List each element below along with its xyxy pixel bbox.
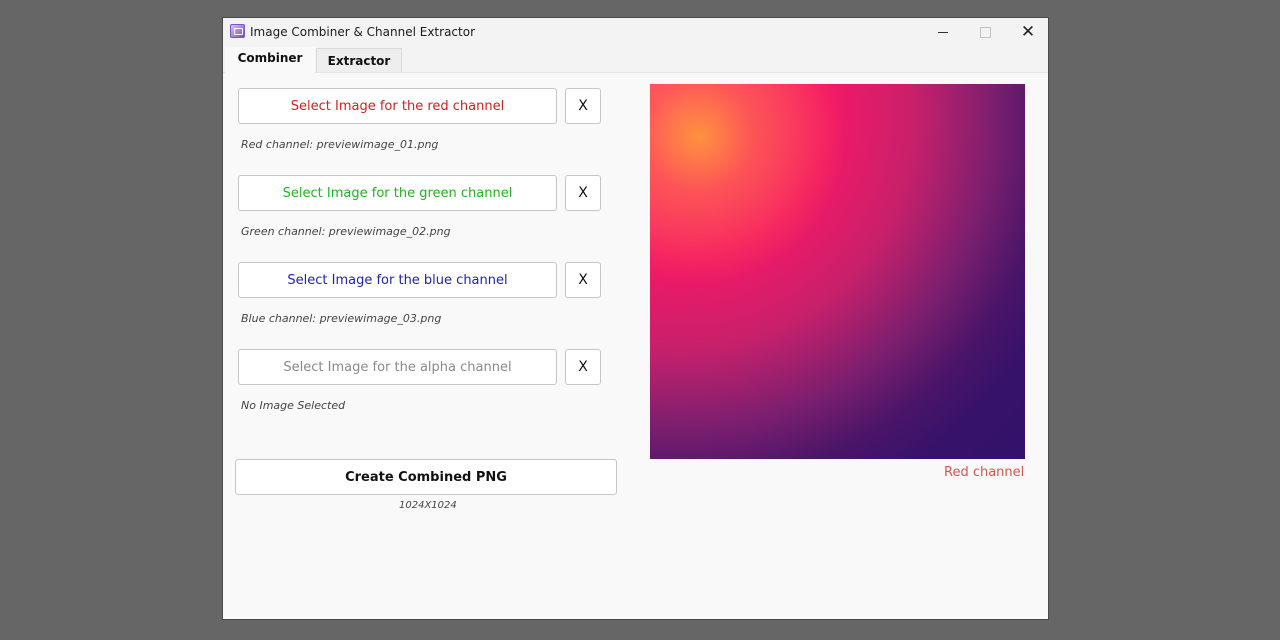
app-icon (230, 24, 245, 38)
select-blue-channel-button[interactable]: Select Image for the blue channel (238, 262, 557, 298)
maximize-button[interactable] (963, 18, 1007, 46)
tab-combiner[interactable]: Combiner (225, 47, 315, 73)
create-combined-png-button[interactable]: Create Combined PNG (235, 459, 617, 495)
channel-preview-image (650, 84, 1025, 459)
clear-red-channel-button[interactable]: X (565, 88, 601, 124)
clear-green-channel-button[interactable]: X (565, 175, 601, 211)
clear-blue-channel-button[interactable]: X (565, 262, 601, 298)
output-resolution-label: 1024X1024 (399, 500, 457, 511)
select-green-channel-button[interactable]: Select Image for the green channel (238, 175, 557, 211)
select-red-channel-button[interactable]: Select Image for the red channel (238, 88, 557, 124)
tab-extractor[interactable]: Extractor (316, 48, 402, 72)
blue-channel-status: Blue channel: previewimage_03.png (241, 312, 442, 325)
close-icon: ✕ (1020, 22, 1036, 42)
minimize-button[interactable] (921, 18, 965, 46)
preview-caption: Red channel (944, 465, 1025, 480)
select-alpha-channel-button[interactable]: Select Image for the alpha channel (238, 349, 557, 385)
minimize-icon (938, 31, 948, 33)
maximize-icon (979, 26, 991, 38)
tab-bar: Combiner Extractor (223, 47, 1048, 73)
red-channel-status: Red channel: previewimage_01.png (241, 138, 439, 151)
title-bar: Image Combiner & Channel Extractor ✕ (223, 18, 1048, 47)
clear-alpha-channel-button[interactable]: X (565, 349, 601, 385)
green-channel-status: Green channel: previewimage_02.png (241, 225, 451, 238)
app-window: Image Combiner & Channel Extractor ✕ Com… (222, 17, 1049, 620)
close-button[interactable]: ✕ (1006, 18, 1050, 46)
window-title: Image Combiner & Channel Extractor (250, 25, 475, 39)
alpha-channel-status: No Image Selected (241, 399, 346, 412)
